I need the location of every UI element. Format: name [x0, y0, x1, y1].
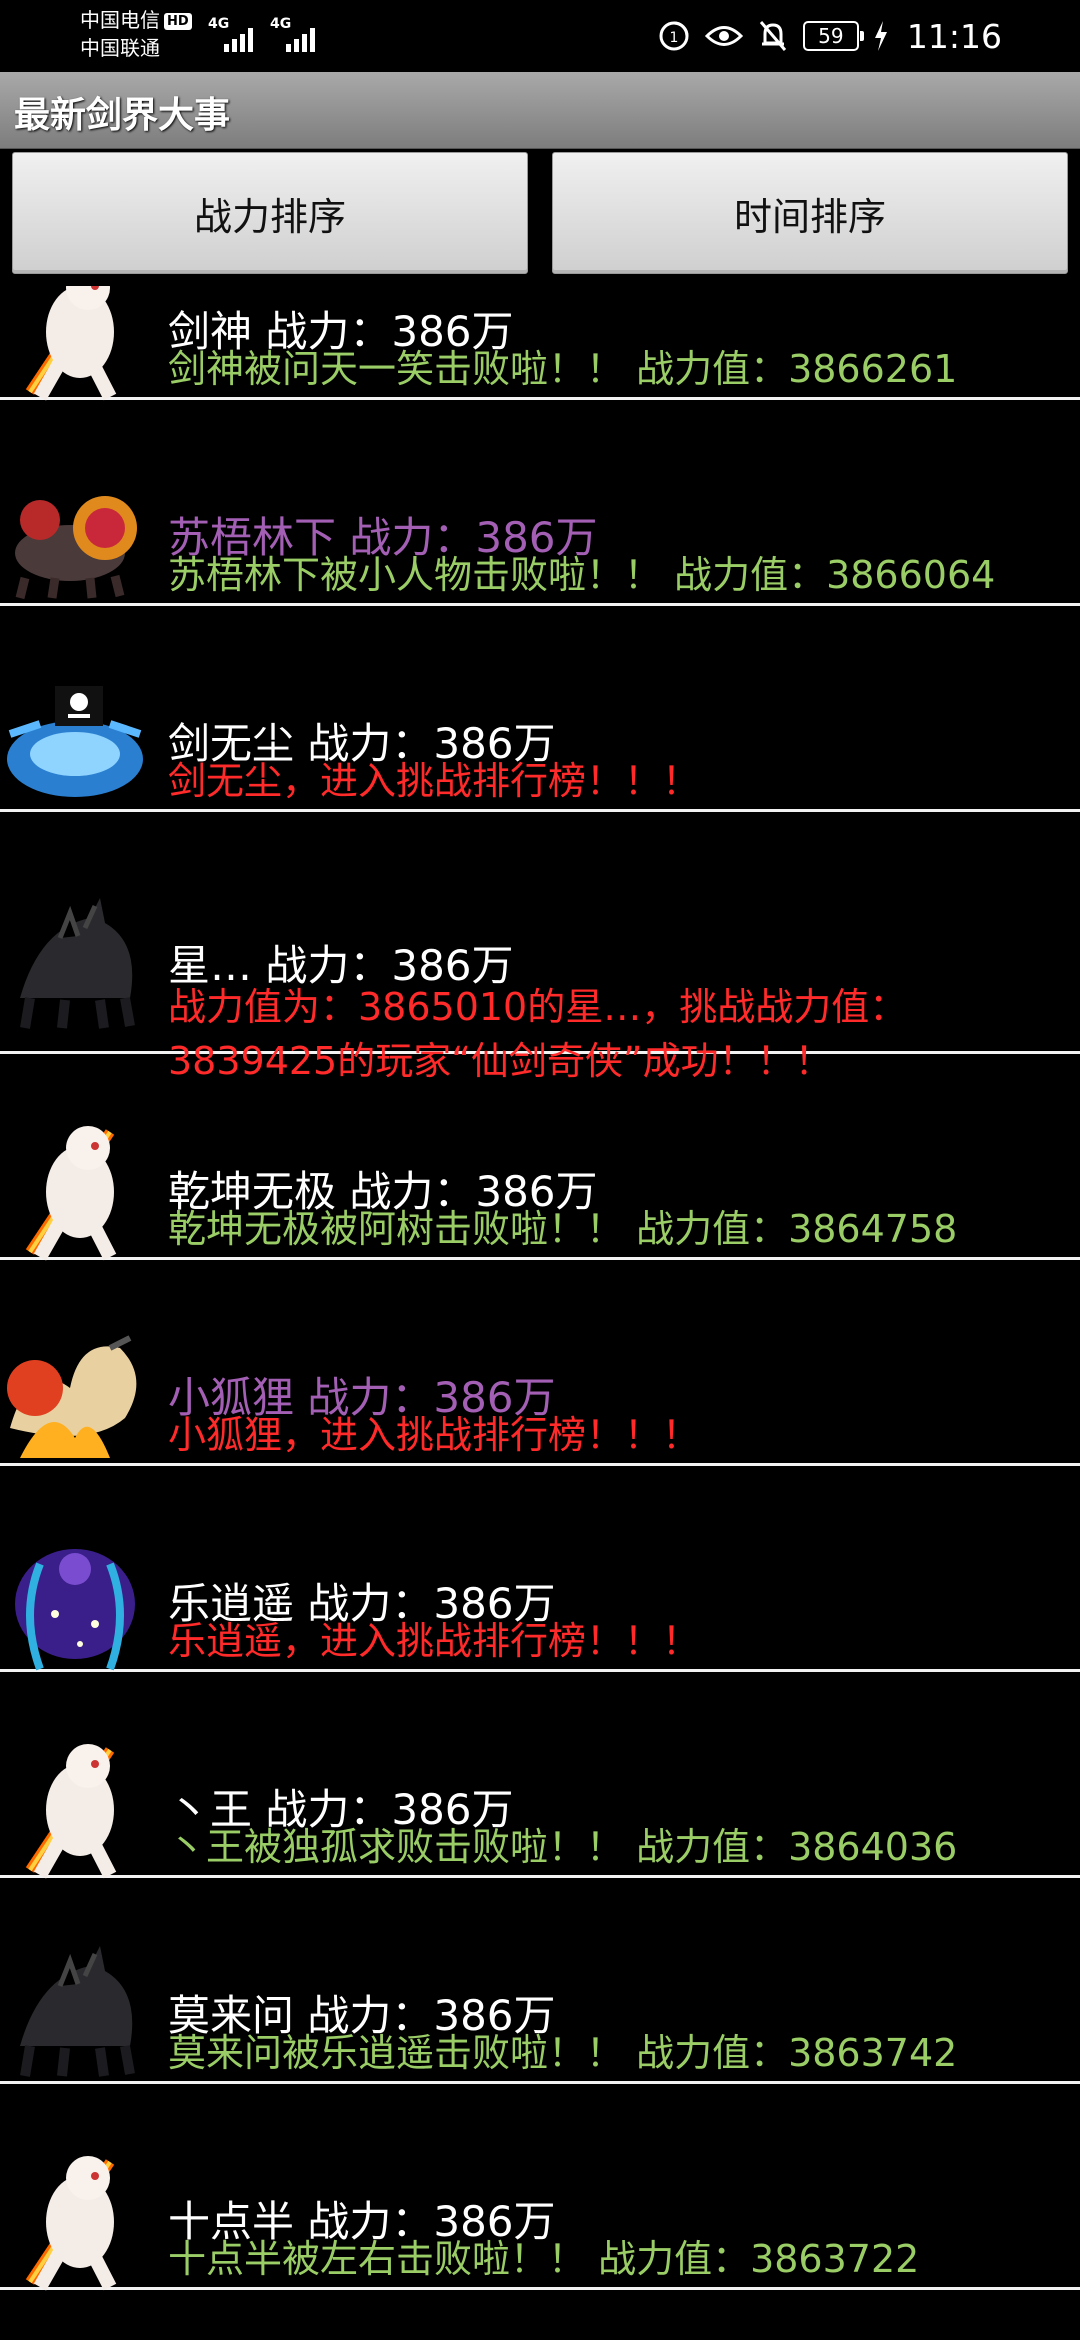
hd-badge: HD — [164, 13, 192, 30]
clock: 11:16 — [906, 16, 1002, 56]
blue-water-dragon-icon — [0, 664, 150, 814]
battery-icon: 59 — [802, 21, 864, 51]
page-title: 最新剑界大事 — [14, 95, 231, 136]
fire-fox-icon — [0, 1318, 150, 1468]
item-message: 十点半被左右击败啦！！ 战力值：3863722 — [168, 2237, 920, 2281]
list-item[interactable]: 十点半 战力：386万 十点半被左右击败啦！！ 战力值：3863722 — [0, 2152, 1080, 2291]
sort-by-time-button[interactable]: 时间排序 — [552, 152, 1068, 274]
item-message: 莫来问被乐逍遥击败啦！！ 战力值：3863742 — [168, 2031, 958, 2075]
lion-beast-icon — [0, 458, 150, 608]
list-item[interactable]: 乾坤无极 战力：386万 乾坤无极被阿树击败啦！！ 战力值：3864758 — [0, 1122, 1080, 1261]
list-item[interactable]: 星… 战力：386万 战力值为：3865010的星…，挑战战力值： 3839425的… — [0, 880, 1080, 1083]
signal-1-icon: 4G — [208, 16, 256, 52]
event-list[interactable]: 剑神 战力：386万 剑神被问天一笑击败啦！！ 战力值：3866261 苏梧林下 战… — [0, 286, 1080, 2340]
data-saver-icon: 1 — [659, 21, 689, 51]
dark-shadow-beast-icon — [0, 1936, 150, 2086]
carrier-1-label: 中国电信 — [80, 8, 160, 32]
list-item[interactable]: 乐逍遥 战力：386万 乐逍遥，进入挑战排行榜！！！ — [0, 1534, 1080, 1672]
white-fire-sword-creature-icon — [0, 1730, 150, 1880]
list-item[interactable]: 剑神 战力：386万 剑神被问天一笑击败啦！！ 战力值：3866261 — [0, 286, 1080, 402]
sort-by-power-button[interactable]: 战力排序 — [12, 152, 528, 274]
eye-comfort-icon — [704, 26, 743, 46]
item-message: 剑神被问天一笑击败啦！！ 战力值：3866261 — [168, 347, 958, 391]
white-fire-sword-creature-icon — [0, 2142, 150, 2292]
dark-shadow-beast-icon — [0, 888, 150, 1038]
list-item[interactable]: 莫来问 战力：386万 莫来问被乐逍遥击败啦！！ 战力值：3863742 — [0, 1946, 1080, 2084]
white-fire-sword-creature-icon — [0, 286, 150, 402]
status-right-group: 1 59 11:16 — [657, 12, 1002, 60]
bell-muted-icon — [759, 21, 787, 51]
list-item[interactable]: 小狐狸 战力：386万 小狐狸，进入挑战排行榜！！！ — [0, 1328, 1080, 1466]
starry-spirit-icon — [0, 1524, 150, 1674]
item-message: 乾坤无极被阿树击败啦！！ 战力值：3864758 — [168, 1207, 958, 1251]
charging-bolt-icon — [874, 21, 887, 51]
item-message: 战力值为：3865010的星…，挑战战力值： — [168, 985, 908, 1029]
item-message: 剑无尘，进入挑战排行榜！！！ — [168, 759, 701, 803]
item-message-line-2: 3839425的玩家“仙剑奇侠”成功！！！ — [168, 1039, 833, 1083]
item-message: 苏梧林下被小人物击败啦！！ 战力值：3866064 — [168, 553, 996, 597]
list-item[interactable]: 苏梧林下 战力：386万 苏梧林下被小人物击败啦！！ 战力值：3866064 — [0, 468, 1080, 606]
list-item[interactable]: 丶王 战力：386万 丶王被独孤求败击败啦！！ 战力值：3864036 — [0, 1740, 1080, 1879]
item-message: 乐逍遥，进入挑战排行榜！！！ — [168, 1619, 701, 1663]
list-item[interactable]: 剑无尘 战力：386万 剑无尘，进入挑战排行榜！！！ — [0, 674, 1080, 812]
carrier-2-label: 中国联通 — [80, 36, 160, 60]
signal-2-icon: 4G — [270, 16, 318, 52]
status-bar: 中国电信 HD 中国联通 4G 4G 1 59 11:16 — [0, 0, 1080, 72]
item-message: 小狐狸，进入挑战排行榜！！！ — [168, 1413, 701, 1457]
svg-text:1: 1 — [669, 30, 678, 46]
item-message: 丶王被独孤求败击败啦！！ 战力值：3864036 — [168, 1825, 958, 1869]
title-bar: 最新剑界大事 — [0, 72, 1080, 149]
battery-level: 59 — [818, 24, 844, 48]
white-fire-sword-creature-icon — [0, 1112, 150, 1262]
carrier-info: 中国电信 HD 中国联通 — [80, 6, 192, 62]
